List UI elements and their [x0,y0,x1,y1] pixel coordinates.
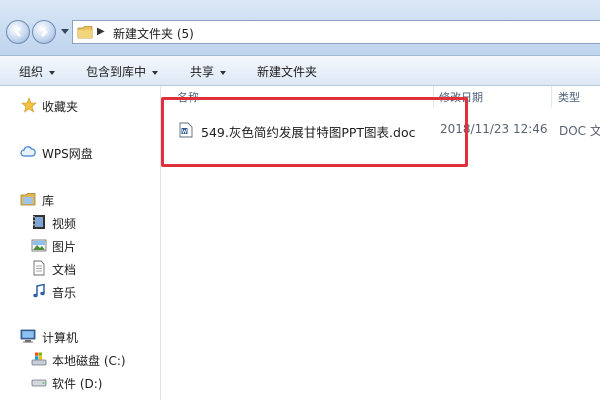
navigation-pane: 收藏夹 WPS网盘 库 视频 图片 文档 音乐 计算机 本地磁盘 (C:) 软件… [0,86,160,400]
file-type: DOC 文 [559,124,600,138]
back-arrow-icon [14,27,21,37]
chevron-down-icon [220,70,227,75]
nav-item-local-disk-c[interactable]: 本地磁盘 (C:) [0,349,160,369]
nav-label-documents: 文档 [52,263,77,277]
document-icon [33,260,45,276]
nav-label-pictures: 图片 [52,240,77,254]
drive-icon [31,379,47,387]
forward-arrow-icon [41,27,48,37]
nav-label-favorites: 收藏夹 [42,100,79,114]
nav-item-wps-cloud[interactable]: WPS网盘 [0,142,160,162]
nav-label-computer: 计算机 [42,331,79,345]
nav-item-favorites[interactable]: 收藏夹 [0,95,160,115]
folder-icon [77,25,93,42]
nav-item-documents[interactable]: 文档 [0,258,160,278]
music-icon [33,283,45,298]
nav-label-local-disk-c: 本地磁盘 (C:) [52,354,126,368]
nav-item-pictures[interactable]: 图片 [0,235,160,255]
back-button[interactable] [6,20,30,44]
organize-button[interactable]: 组织 [19,63,56,80]
nav-item-music[interactable]: 音乐 [0,281,160,301]
address-field[interactable]: ▶ 新建文件夹 (5) [72,20,600,44]
nav-item-videos[interactable]: 视频 [0,212,160,232]
breadcrumb-current-folder[interactable]: 新建文件夹 (5) [113,25,194,42]
chevron-down-icon [49,70,56,75]
windows-drive-icon [31,352,47,366]
nav-label-wps-cloud: WPS网盘 [42,147,93,161]
picture-icon [31,239,47,252]
share-label: 共享 [190,65,215,79]
include-in-library-label: 包含到库中 [86,65,147,79]
chevron-down-icon [152,70,159,75]
command-bar: 组织 包含到库中 共享 新建文件夹 [0,55,600,86]
nav-item-libraries[interactable]: 库 [0,189,160,209]
nav-label-videos: 视频 [52,217,77,231]
nav-item-software-d[interactable]: 软件 (D:) [0,372,160,392]
address-bar-area: ▶ 新建文件夹 (5) [0,0,600,55]
new-folder-label: 新建文件夹 [257,65,318,79]
video-icon [33,215,45,229]
highlight-annotation-box [161,97,468,167]
library-icon [20,193,36,206]
nav-label-music: 音乐 [52,286,77,300]
new-folder-button[interactable]: 新建文件夹 [257,63,317,80]
forward-button[interactable] [32,20,56,44]
include-in-library-button[interactable]: 包含到库中 [86,63,159,80]
computer-icon [20,329,36,343]
organize-label: 组织 [19,65,44,79]
star-icon [21,97,37,113]
column-divider[interactable] [551,86,552,108]
nav-label-software-d: 软件 (D:) [52,377,103,391]
cloud-icon [20,146,36,157]
recent-pages-dropdown[interactable] [61,29,69,34]
nav-label-libraries: 库 [42,194,55,208]
share-button[interactable]: 共享 [190,63,227,80]
nav-item-computer[interactable]: 计算机 [0,326,160,346]
column-header-type[interactable]: 类型 [558,89,580,105]
breadcrumb-separator-icon[interactable]: ▶ [97,26,105,37]
